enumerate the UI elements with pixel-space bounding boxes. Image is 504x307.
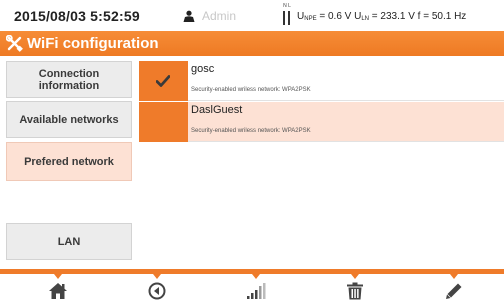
preferred-network-button[interactable]: Prefered network (6, 142, 132, 181)
datetime: 2015/08/03 5:52:59 (14, 8, 140, 24)
network-name: gosc (191, 63, 215, 75)
back-icon (148, 282, 166, 300)
upe-value: = 0.6 V (316, 11, 355, 22)
signal-icon (247, 283, 266, 299)
network-security: Security-enabled wriless network: WPA2PS… (191, 128, 311, 134)
connection-information-label-1: Connection (38, 67, 100, 80)
checkmark-icon (156, 75, 170, 87)
uln-value: = 233.1 V (369, 11, 418, 22)
available-networks-label: Available networks (19, 113, 119, 126)
signal-button[interactable] (242, 279, 270, 303)
home-icon (49, 283, 67, 299)
page-title: WiFi configuration (27, 35, 159, 52)
lan-button[interactable]: LAN (6, 223, 132, 260)
back-button[interactable] (143, 279, 171, 303)
connection-information-button[interactable]: Connection information (6, 61, 132, 98)
connected-indicator (139, 102, 188, 142)
bottom-toolbar (0, 269, 504, 307)
edit-button[interactable] (440, 279, 468, 303)
network-list-item-selected[interactable]: DaslGuest Security-enabled wriless netwo… (139, 102, 504, 142)
delete-icon (347, 282, 363, 300)
edit-icon (446, 283, 462, 299)
nl-indicator-icon: N L (281, 3, 292, 27)
preferred-network-label: Prefered network (24, 155, 114, 168)
lan-label: LAN (57, 235, 81, 248)
tools-icon (6, 35, 23, 52)
upe-sub: NPE (304, 16, 317, 22)
user-icon (183, 10, 195, 22)
uln-sub: LN (361, 16, 370, 22)
delete-button[interactable] (341, 279, 369, 303)
connected-indicator (139, 61, 188, 101)
connection-information-label-2: information (38, 79, 100, 92)
network-security: Security-enabled wriless network: WPA2PS… (191, 87, 311, 93)
title-bar: WiFi configuration (0, 31, 504, 56)
home-button[interactable] (44, 279, 72, 303)
user-name: Admin (202, 9, 237, 23)
frequency-value: f = 50.1 Hz (417, 11, 467, 22)
network-name: DaslGuest (191, 104, 243, 116)
status-bar: 2015/08/03 5:52:59 Admin N L UNPE = 0.6 … (0, 0, 504, 31)
available-networks-button[interactable]: Available networks (6, 101, 132, 138)
network-list-item[interactable]: gosc Security-enabled wriless network: W… (139, 61, 504, 101)
nl-label: N L (283, 3, 291, 9)
measurement-readout: UNPE = 0.6 V ULN = 233.1 V f = 50.1 Hz (297, 11, 466, 22)
